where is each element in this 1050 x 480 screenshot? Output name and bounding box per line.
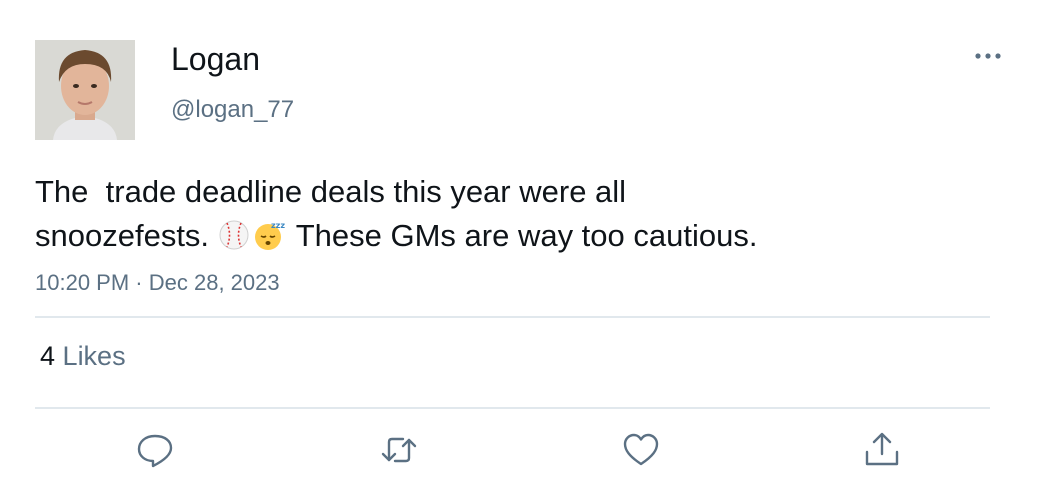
divider-bottom xyxy=(35,407,990,409)
likes-label: Likes xyxy=(62,341,126,371)
tweet-time: 10:20 PM xyxy=(35,270,130,295)
reply-icon[interactable] xyxy=(135,430,175,470)
likes-stat[interactable]: 4 Likes xyxy=(40,341,126,372)
tweet-text-line2-end: These GMs are way too cautious. xyxy=(287,218,758,253)
display-name[interactable]: Logan xyxy=(171,41,260,78)
meta-separator: · xyxy=(135,270,143,295)
tweet-text: The trade deadline deals this year were … xyxy=(35,170,995,258)
share-icon[interactable] xyxy=(862,430,902,470)
likes-count: 4 xyxy=(40,341,56,371)
tweet-timestamp[interactable]: 10:20 PM · Dec 28, 2023 xyxy=(35,270,280,296)
avatar-image xyxy=(35,40,135,140)
baseball-emoji xyxy=(218,219,250,251)
tweet-text-line2-start: snoozefests. xyxy=(35,218,218,253)
sleeping-face-emoji: zzz xyxy=(253,219,285,251)
like-icon[interactable] xyxy=(621,430,661,470)
avatar[interactable] xyxy=(35,40,135,140)
svg-text:zzz: zzz xyxy=(271,221,285,230)
more-options-icon[interactable] xyxy=(970,42,1006,70)
divider-top xyxy=(35,316,990,318)
tweet-date: Dec 28, 2023 xyxy=(148,270,280,295)
retweet-icon[interactable] xyxy=(379,430,419,470)
user-handle[interactable]: @logan_77 xyxy=(171,96,294,124)
tweet-text-line1: The trade deadline deals this year were … xyxy=(35,174,627,209)
